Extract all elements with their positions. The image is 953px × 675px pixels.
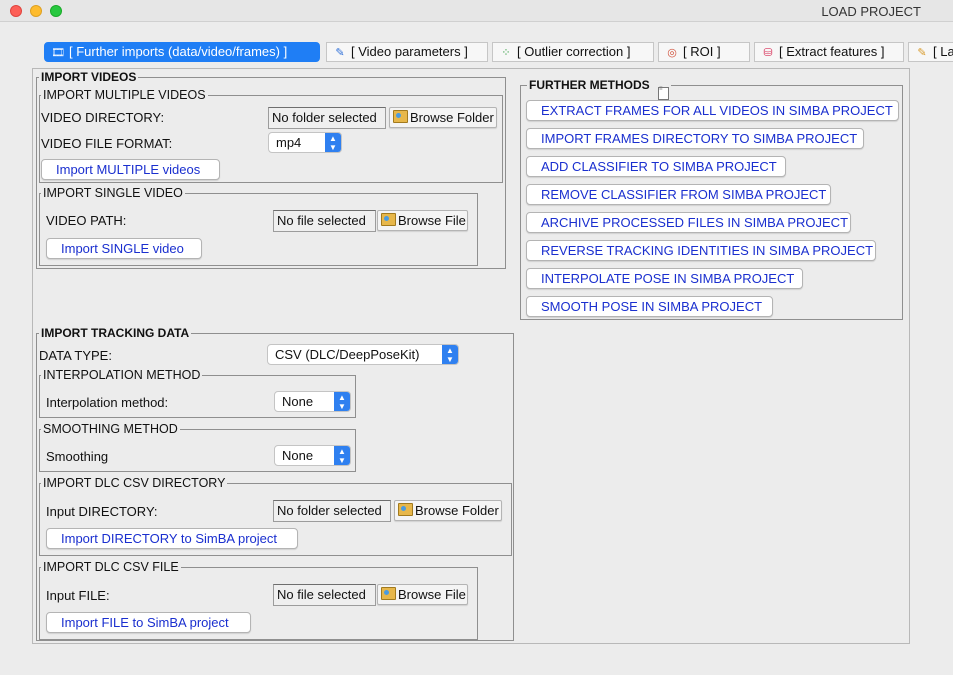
folder-icon — [398, 503, 413, 516]
chevron-updown-icon: ▲ ▼ — [325, 133, 341, 152]
import-frames-directory-button[interactable]: IMPORT FRAMES DIRECTORY TO SIMBA PROJECT — [526, 128, 864, 149]
import-multiple-videos-title: IMPORT MULTIPLE VIDEOS — [41, 88, 208, 102]
video-format-value: mp4 — [276, 135, 302, 150]
tab-label: [ Outlier correction ] — [517, 44, 631, 59]
tab-label: [ Extract features ] — [779, 44, 885, 59]
film-icon: 🎞 — [51, 47, 65, 59]
tab-label: [ La — [933, 44, 953, 59]
import-videos-title: IMPORT VIDEOS — [39, 70, 139, 84]
tab-outlier-correction[interactable]: ⁘ [ Outlier correction ] — [492, 42, 654, 62]
video-file-format-label: VIDEO FILE FORMAT: — [41, 136, 173, 151]
label-icon: ✎ — [917, 47, 927, 59]
reverse-tracking-identities-button[interactable]: REVERSE TRACKING IDENTITIES IN SIMBA PRO… — [526, 240, 876, 261]
pen-icon: ✎ — [335, 47, 345, 59]
tab-label-behavior[interactable]: ✎ [ La — [908, 42, 953, 62]
folder-icon — [381, 587, 396, 600]
archive-processed-files-button[interactable]: ARCHIVE PROCESSED FILES IN SIMBA PROJECT — [526, 212, 851, 233]
interpolation-method-title: INTERPOLATION METHOD — [41, 368, 203, 382]
browse-folder-label: Browse Folder — [410, 110, 494, 125]
further-methods-label: FURTHER METHODS — [529, 78, 650, 92]
tab-label: [ Video parameters ] — [351, 44, 468, 59]
interpolation-method-select[interactable]: None ▲ ▼ — [274, 391, 351, 412]
smoothing-select[interactable]: None ▲ ▼ — [274, 445, 351, 466]
interpolation-method-label: Interpolation method: — [46, 395, 169, 410]
folder-icon — [393, 110, 408, 123]
tab-further-imports[interactable]: 🎞 [ Further imports (data/video/frames) ] — [44, 42, 320, 62]
close-window-button[interactable] — [10, 5, 22, 17]
browse-file-button[interactable]: Browse File — [377, 584, 468, 605]
tab-roi[interactable]: ◎ [ ROI ] — [658, 42, 750, 62]
video-directory-field[interactable]: No folder selected — [268, 107, 386, 129]
import-dlc-csv-directory-title: IMPORT DLC CSV DIRECTORY — [41, 476, 228, 490]
zoom-window-button[interactable] — [50, 5, 62, 17]
tab-label: [ Further imports (data/video/frames) ] — [69, 44, 288, 59]
import-file-button[interactable]: Import FILE to SimBA project — [46, 612, 251, 633]
database-icon: ⛁ — [763, 47, 773, 59]
data-type-value: CSV (DLC/DeepPoseKit) — [275, 347, 420, 362]
smoothing-value: None — [282, 448, 314, 463]
smoothing-label: Smoothing — [46, 449, 109, 464]
interpolate-pose-button[interactable]: INTERPOLATE POSE IN SIMBA PROJECT — [526, 268, 803, 289]
video-format-select[interactable]: mp4 ▲ ▼ — [268, 132, 342, 153]
import-multiple-videos-button[interactable]: Import MULTIPLE videos — [41, 159, 220, 180]
extract-frames-button[interactable]: EXTRACT FRAMES FOR ALL VIDEOS IN SIMBA P… — [526, 100, 899, 121]
import-dlc-csv-file-title: IMPORT DLC CSV FILE — [41, 560, 181, 574]
browse-folder-label: Browse Folder — [415, 503, 499, 518]
interpolation-method-value: None — [282, 394, 314, 409]
import-single-video-title: IMPORT SINGLE VIDEO — [41, 186, 185, 200]
video-path-field[interactable]: No file selected — [273, 210, 376, 232]
scatter-icon: ⁘ — [501, 47, 511, 59]
video-directory-label: VIDEO DIRECTORY: — [41, 110, 165, 125]
input-directory-label: Input DIRECTORY: — [46, 504, 158, 519]
browse-file-label: Browse File — [398, 213, 466, 228]
add-classifier-button[interactable]: ADD CLASSIFIER TO SIMBA PROJECT — [526, 156, 786, 177]
browse-folder-button[interactable]: Browse Folder — [394, 500, 502, 521]
data-type-label: DATA TYPE: — [39, 348, 112, 363]
tab-extract-features[interactable]: ⛁ [ Extract features ] — [754, 42, 904, 62]
smoothing-method-title: SMOOTHING METHOD — [41, 422, 180, 436]
browse-folder-button[interactable]: Browse Folder — [389, 107, 497, 128]
chevron-updown-icon: ▲ ▼ — [334, 446, 350, 465]
video-path-label: VIDEO PATH: — [46, 213, 127, 228]
chevron-updown-icon: ▲ ▼ — [334, 392, 350, 411]
import-directory-button[interactable]: Import DIRECTORY to SimBA project — [46, 528, 298, 549]
input-directory-field[interactable]: No folder selected — [273, 500, 391, 522]
document-icon: ≡ — [658, 86, 670, 100]
browse-file-label: Browse File — [398, 587, 466, 602]
folder-icon — [381, 213, 396, 226]
roi-icon: ◎ — [667, 47, 677, 59]
remove-classifier-button[interactable]: REMOVE CLASSIFIER FROM SIMBA PROJECT — [526, 184, 831, 205]
title-bar: LOAD PROJECT — [0, 0, 953, 22]
input-file-field[interactable]: No file selected — [273, 584, 376, 606]
import-single-video-button[interactable]: Import SINGLE video — [46, 238, 202, 259]
chevron-updown-icon: ▲ ▼ — [442, 345, 458, 364]
further-methods-title: FURTHER METHODS ≡ — [527, 78, 672, 100]
input-file-label: Input FILE: — [46, 588, 110, 603]
data-type-select[interactable]: CSV (DLC/DeepPoseKit) ▲ ▼ — [267, 344, 459, 365]
tab-video-parameters[interactable]: ✎ [ Video parameters ] — [326, 42, 488, 62]
smooth-pose-button[interactable]: SMOOTH POSE IN SIMBA PROJECT — [526, 296, 773, 317]
window-title: LOAD PROJECT — [821, 4, 921, 19]
import-tracking-data-title: IMPORT TRACKING DATA — [39, 326, 192, 340]
minimize-window-button[interactable] — [30, 5, 42, 17]
browse-file-button[interactable]: Browse File — [377, 210, 468, 231]
tab-label: [ ROI ] — [683, 44, 721, 59]
